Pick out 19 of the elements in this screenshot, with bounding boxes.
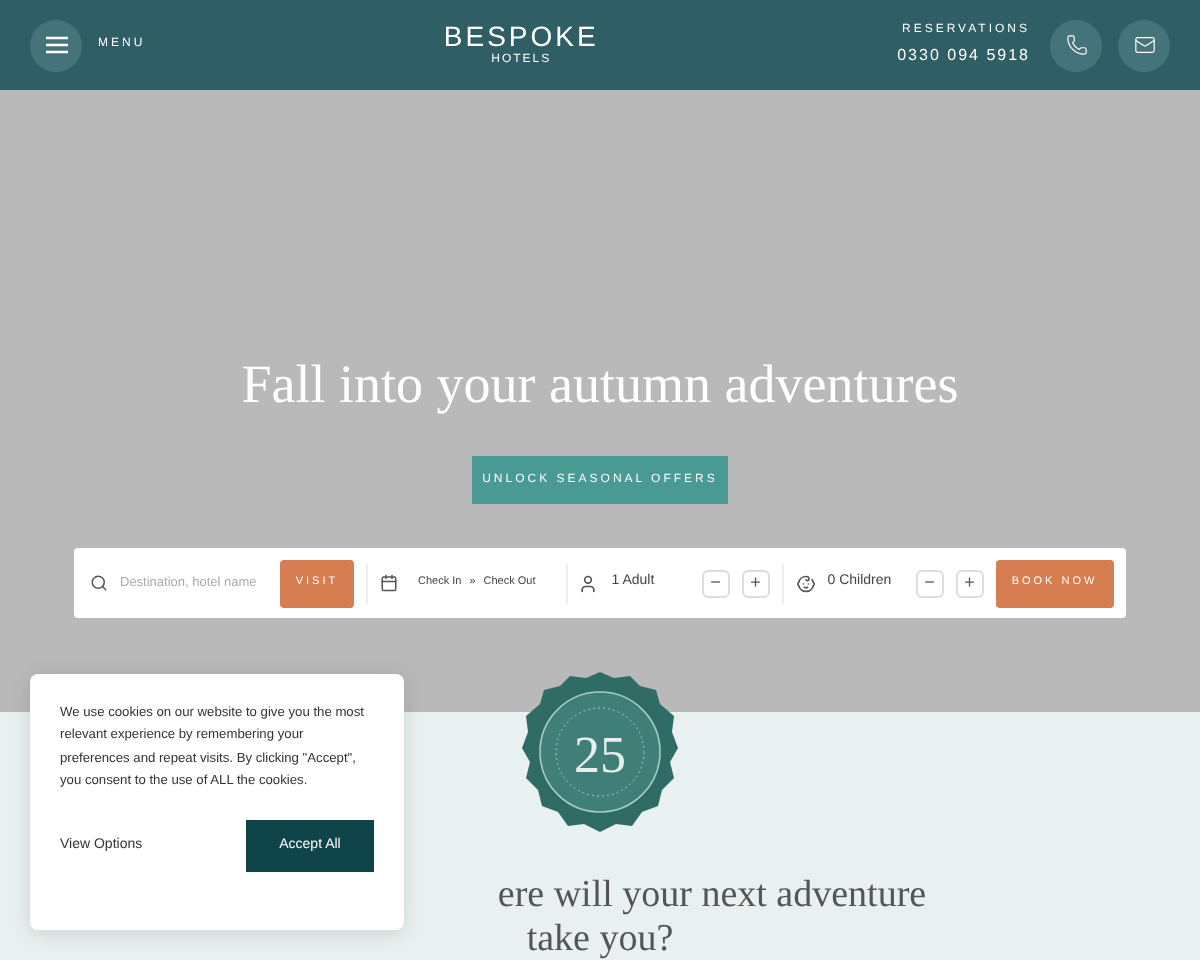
phone-button[interactable] [1050, 19, 1102, 71]
mail-icon [1133, 34, 1155, 56]
search-icon [90, 574, 108, 592]
email-button[interactable] [1118, 19, 1170, 71]
section-heading: ere will your next adventure take you? [495, 874, 927, 960]
calendar-icon [380, 574, 398, 592]
plus-button[interactable]: + [955, 569, 984, 597]
minus-button[interactable]: − [915, 569, 944, 597]
person-icon [577, 573, 598, 593]
phone-number[interactable]: 0330 094 5918 [897, 44, 1030, 68]
child-icon [795, 573, 816, 593]
phone-icon [1065, 34, 1087, 56]
minus-button[interactable]: − [701, 569, 730, 597]
hero-title: Fall into your autumn adventures [241, 352, 959, 416]
logo-name: BESPOKE [443, 21, 599, 51]
menu-button[interactable] [30, 19, 82, 71]
plus-button[interactable]: + [741, 569, 770, 597]
seal-number: 25 [574, 726, 626, 784]
menu-icon [45, 36, 67, 54]
